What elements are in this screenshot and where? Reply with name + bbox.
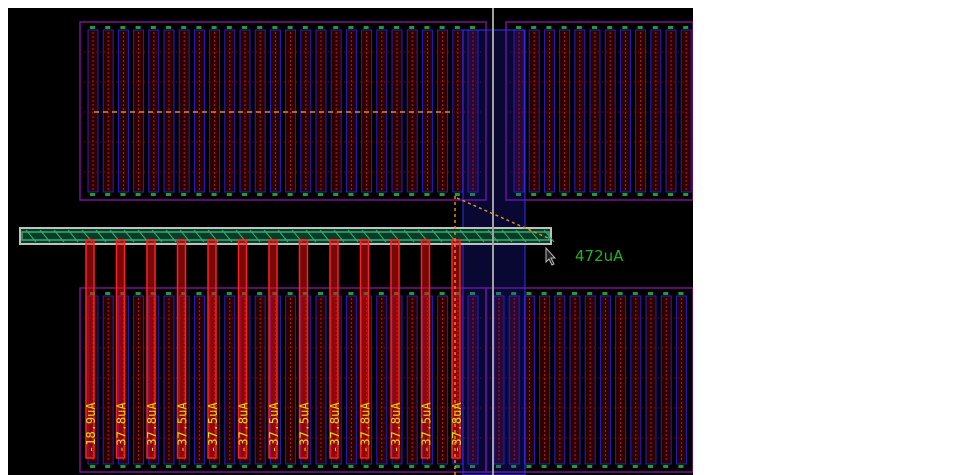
finger-current-label: -37.8uA xyxy=(359,402,373,453)
transistor-array-top-left xyxy=(79,21,487,201)
layout-drawing[interactable]: -18.9uA -37.8uA -37.8uA -37.5uA -37.5uA -37.8… xyxy=(8,8,693,475)
finger-current-label: -37.8uA xyxy=(145,402,159,453)
layout-canvas[interactable]: -18.9uA -37.8uA -37.8uA -37.5uA -37.5uA -37.8… xyxy=(8,8,693,475)
finger-current-label: -37.8uA xyxy=(450,402,464,453)
metal-bus-rect[interactable] xyxy=(19,227,552,245)
finger-current-label: -37.5uA xyxy=(420,402,434,453)
finger-current-label: -37.5uA xyxy=(267,402,281,453)
finger-current-label: -37.5uA xyxy=(176,402,190,453)
metal-bus[interactable] xyxy=(19,227,555,245)
mouse-cursor-icon xyxy=(545,246,557,266)
total-current-label: 472uA xyxy=(575,247,624,265)
transistor-array-top-right xyxy=(505,21,693,201)
finger-current-label: -37.8uA xyxy=(237,402,251,453)
finger-current-label: -37.8uA xyxy=(115,402,129,453)
finger-current-label: -37.5uA xyxy=(206,402,220,453)
finger-current-label: -37.8uA xyxy=(389,402,403,453)
finger-current-label: -37.8uA xyxy=(328,402,342,453)
finger-current-label: -18.9uA xyxy=(84,402,98,453)
finger-current-label: -37.5uA xyxy=(298,402,312,453)
